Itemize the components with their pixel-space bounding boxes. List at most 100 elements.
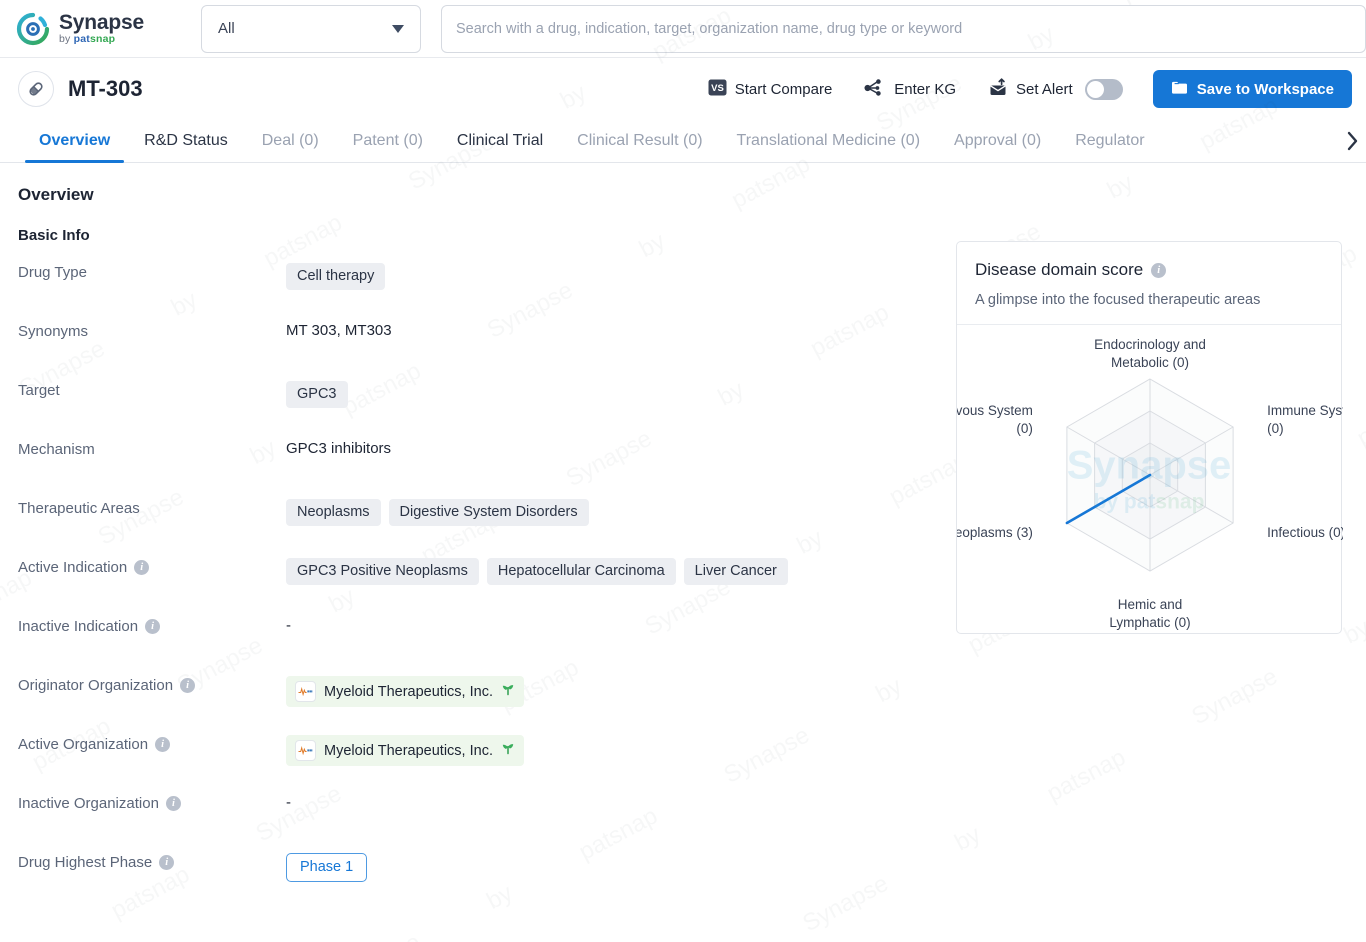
value-tag[interactable]: Cell therapy xyxy=(286,263,386,290)
info-row: Drug Highest Phase i Phase 1 xyxy=(0,852,1366,911)
info-row-value: MT 303, MT303 xyxy=(286,321,392,339)
enter-kg-button[interactable]: Enter KG xyxy=(848,71,972,107)
info-icon[interactable]: i xyxy=(134,560,150,575)
brand-by: by xyxy=(59,33,71,46)
info-row-label: Drug Highest Phase i xyxy=(18,852,286,871)
empty-value: - xyxy=(286,617,291,634)
info-row-label-text: Active Indication xyxy=(18,559,128,576)
radar-axis-label: Hemic and Lymphatic (0) xyxy=(1109,597,1190,630)
organization-tag[interactable]: Myeloid Therapeutics, Inc. xyxy=(286,735,524,766)
info-row-label-text: Originator Organization xyxy=(18,677,174,694)
info-icon[interactable]: i xyxy=(145,619,161,634)
info-icon[interactable]: i xyxy=(165,796,181,811)
score-card-title: Disease domain score xyxy=(975,260,1144,279)
radar-chart: Synapse by patsnap Endocrinology andMeta… xyxy=(957,325,1343,633)
set-alert-toggle[interactable] xyxy=(1084,78,1123,100)
tab-label: Deal (0) xyxy=(261,132,319,149)
info-row-label-text: Drug Highest Phase xyxy=(18,854,153,871)
info-row-label: Therapeutic Areas xyxy=(18,498,286,517)
brand-snap: snap xyxy=(89,33,116,46)
info-row-label: Active Organization i xyxy=(18,734,286,753)
info-row-value: - xyxy=(286,793,291,811)
search-input[interactable] xyxy=(456,20,1351,37)
tab-approval-0[interactable]: Approval (0) xyxy=(937,120,1058,162)
tab-label: Approval (0) xyxy=(954,132,1042,149)
alert-icon xyxy=(988,77,1008,101)
info-row-label-text: Drug Type xyxy=(18,264,87,281)
info-row: Active Organization i Myeloid Therapeutics… xyxy=(0,734,1366,793)
page-title: MT-303 xyxy=(68,76,143,101)
top-bar: Synapse by patsnap All xyxy=(0,0,1366,58)
tab-overview[interactable]: Overview xyxy=(22,120,127,163)
tab-deal-0[interactable]: Deal (0) xyxy=(245,120,336,162)
info-icon[interactable]: i xyxy=(1151,262,1167,278)
brand-pat: pat xyxy=(73,33,90,46)
search-box[interactable] xyxy=(441,4,1366,53)
organization-logo-icon xyxy=(295,681,316,702)
info-row-label-text: Inactive Indication xyxy=(18,618,139,635)
tab-patent-0[interactable]: Patent (0) xyxy=(336,120,440,162)
info-row-label-text: Target xyxy=(18,382,60,399)
organization-tag[interactable]: Myeloid Therapeutics, Inc. xyxy=(286,676,524,707)
tabs-scroll-right-button[interactable] xyxy=(1343,120,1366,162)
radar-axis-label: Nervous System(0) xyxy=(957,403,1033,436)
score-card-description: A glimpse into the focused therapeutic a… xyxy=(975,292,1261,308)
value-tag[interactable]: GPC3 xyxy=(286,381,348,408)
synapse-logo-icon xyxy=(16,12,50,46)
info-row-label: Drug Type xyxy=(18,262,286,281)
tab-label: Regulator xyxy=(1075,132,1145,149)
info-row-label: Inactive Indication i xyxy=(18,616,286,635)
tab-label: Translational Medicine (0) xyxy=(736,132,921,149)
info-row-label-text: Synonyms xyxy=(18,323,89,340)
tab-bar: Overview R&D Status Deal (0) Patent (0) Clin… xyxy=(0,120,1366,163)
sprout-icon xyxy=(501,741,515,760)
save-to-workspace-button[interactable]: Save to Workspace xyxy=(1152,70,1352,108)
empty-value: - xyxy=(286,794,291,811)
info-row-value: Cell therapy xyxy=(286,262,386,290)
value-tag[interactable]: Digestive System Disorders xyxy=(388,499,589,526)
info-row-label-text: Inactive Organization xyxy=(18,795,159,812)
organization-name: Myeloid Therapeutics, Inc. xyxy=(324,742,493,759)
radar-axis-label: Endocrinology and Metabolic (0) xyxy=(1094,337,1206,370)
info-row: Inactive Organization i - xyxy=(0,793,1366,852)
overview-heading: Overview xyxy=(18,185,94,204)
overview-page: Synapse by patsnap Synapse by patsnap Sy… xyxy=(0,163,1366,911)
value-tag[interactable]: GPC3 Positive Neoplasms xyxy=(286,558,479,585)
header-actions: VS Start Compare Enter KG Set Alert Save… xyxy=(692,70,1352,108)
chevron-down-icon xyxy=(392,24,404,33)
tab-label: R&D Status xyxy=(144,132,228,149)
tab-clinical-trial[interactable]: Clinical Trial xyxy=(440,120,560,162)
info-icon[interactable]: i xyxy=(155,737,171,752)
save-to-workspace-label: Save to Workspace xyxy=(1196,80,1334,98)
sprout-icon xyxy=(501,682,515,701)
radar-axis-label: Neoplasms (3) xyxy=(957,525,1033,540)
info-icon[interactable]: i xyxy=(159,855,175,870)
info-row-label: Target xyxy=(18,380,286,399)
start-compare-button[interactable]: VS Start Compare xyxy=(692,71,849,107)
vs-icon: VS xyxy=(708,78,727,101)
info-icon[interactable]: i xyxy=(180,678,196,693)
value-tag[interactable]: Neoplasms xyxy=(286,499,381,526)
drug-phase-badge[interactable]: Phase 1 xyxy=(286,853,368,882)
brand-logo[interactable]: Synapse by patsnap xyxy=(16,12,201,46)
tab-label: Overview xyxy=(39,132,111,149)
start-compare-label: Start Compare xyxy=(734,80,833,98)
search-scope-select[interactable]: All xyxy=(201,4,421,53)
info-row-value: Myeloid Therapeutics, Inc. xyxy=(286,675,524,707)
tab-clinical-result-0[interactable]: Clinical Result (0) xyxy=(560,120,719,162)
tab-label: Clinical Trial xyxy=(456,132,544,149)
value-tag[interactable]: Hepatocellular Carcinoma xyxy=(486,558,676,585)
search-scope-value: All xyxy=(218,20,235,37)
svg-text:VS: VS xyxy=(711,83,724,94)
value-text: MT 303, MT303 xyxy=(286,322,392,339)
info-row-value: GPC3 Positive Neoplasms Hepatocellular Ca… xyxy=(286,557,788,585)
set-alert-control[interactable]: Set Alert xyxy=(972,71,1139,107)
info-row-label-text: Mechanism xyxy=(18,441,95,458)
tab-r-d-status[interactable]: R&D Status xyxy=(127,120,245,162)
drug-header: MT-303 VS Start Compare Enter KG Set Ale… xyxy=(0,58,1366,120)
value-tag[interactable]: Liver Cancer xyxy=(683,558,788,585)
tab-regulator[interactable]: Regulator xyxy=(1058,120,1161,162)
score-card-header: Disease domain score i A glimpse into th… xyxy=(957,242,1341,325)
info-row-label: Active Indication i xyxy=(18,557,286,576)
tab-translational-medicine-0[interactable]: Translational Medicine (0) xyxy=(720,120,937,162)
